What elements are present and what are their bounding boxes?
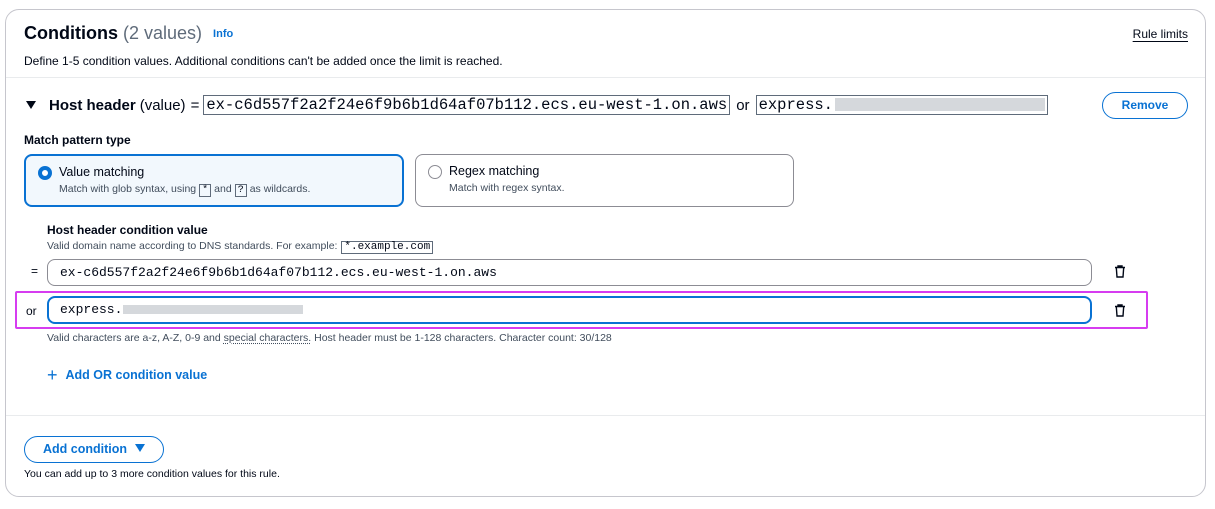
delete-row-1[interactable] <box>1114 265 1126 283</box>
section-description: Define 1-5 condition values. Additional … <box>24 54 503 68</box>
input-value: ex-c6d557f2a2f24e6f9b6b1d64af07b112.ecs.… <box>60 265 497 280</box>
add-condition-label: Add condition <box>43 442 128 456</box>
or-separator: or <box>736 96 750 114</box>
condition-summary[interactable]: Host header (value) = ex-c6d557f2a2f24e6… <box>24 95 1048 115</box>
section-title-text: Conditions <box>24 23 118 43</box>
conditions-panel: Conditions (2 values) Info Rule limits D… <box>5 9 1206 497</box>
tile-value-matching[interactable]: Value matching Match with glob syntax, u… <box>24 154 404 207</box>
wildcard-question: ? <box>234 184 247 197</box>
row-prefix-or: or <box>26 304 37 318</box>
plus-icon: + <box>47 365 58 385</box>
add-or-condition-button[interactable]: + Add OR condition value <box>47 365 208 385</box>
row-prefix-equals: = <box>31 264 39 278</box>
radio-unselected-icon[interactable] <box>428 165 442 179</box>
host-value-input-2[interactable]: express. <box>47 296 1092 324</box>
tile-subtitle-start: Match with glob syntax, using <box>59 183 197 195</box>
divider <box>6 77 1205 78</box>
info-link[interactable]: Info <box>213 28 233 40</box>
hint-end: Host header must be 1-128 characters. Ch… <box>314 332 612 344</box>
footer-note: You can add up to 3 more condition value… <box>24 468 280 480</box>
radio-selected-icon[interactable] <box>38 166 52 180</box>
add-or-label: Add OR condition value <box>65 368 208 382</box>
rule-limits-link[interactable]: Rule limits <box>1133 27 1188 41</box>
add-condition-button[interactable]: Add condition <box>24 436 164 463</box>
special-characters-link[interactable]: special characters. <box>224 332 312 344</box>
tile-title: Value matching <box>59 165 145 179</box>
redacted-block <box>834 98 1045 112</box>
hint-start: Valid characters are a-z, A-Z, 0-9 and <box>47 332 221 344</box>
tile-subtitle-end: as wildcards. <box>249 183 311 195</box>
condition-value-2-text: express. <box>758 96 833 114</box>
tile-subtitle: Match with regex syntax. <box>449 182 565 194</box>
host-value-desc-text: Valid domain name according to DNS stand… <box>47 240 338 252</box>
tile-title: Regex matching <box>449 164 540 178</box>
wildcard-asterisk: * <box>199 184 212 197</box>
match-pattern-label: Match pattern type <box>24 133 131 147</box>
condition-value-suffix: (value) <box>139 96 186 114</box>
trash-icon[interactable] <box>1114 304 1126 317</box>
host-value-description: Valid domain name according to DNS stand… <box>47 240 436 254</box>
redacted-block <box>123 305 304 315</box>
caret-down-icon[interactable] <box>26 101 36 109</box>
host-value-input-1[interactable]: ex-c6d557f2a2f24e6f9b6b1d64af07b112.ecs.… <box>47 259 1092 286</box>
divider <box>6 415 1205 416</box>
section-title: Conditions (2 values) Info <box>24 23 233 44</box>
input-value: express. <box>60 302 123 317</box>
host-value-label: Host header condition value <box>47 223 208 237</box>
condition-value-1: ex-c6d557f2a2f24e6f9b6b1d64af07b112.ecs.… <box>203 95 731 115</box>
condition-label: Host header <box>49 96 136 114</box>
validation-hint: Valid characters are a-z, A-Z, 0-9 and s… <box>47 332 612 344</box>
remove-button[interactable]: Remove <box>1102 92 1188 119</box>
equals-sign: = <box>190 96 200 114</box>
delete-row-2[interactable] <box>1114 304 1126 322</box>
caret-down-icon <box>135 444 146 452</box>
example-code: *.example.com <box>341 241 434 254</box>
condition-value-2: express. <box>755 95 1048 115</box>
condition-count: (2 values) <box>123 23 203 43</box>
tile-subtitle-and: and <box>214 183 232 195</box>
tile-subtitle: Match with glob syntax, using * and? as wil… <box>59 183 310 197</box>
trash-icon[interactable] <box>1114 265 1126 278</box>
tile-regex-matching[interactable]: Regex matching Match with regex syntax. <box>415 154 794 207</box>
